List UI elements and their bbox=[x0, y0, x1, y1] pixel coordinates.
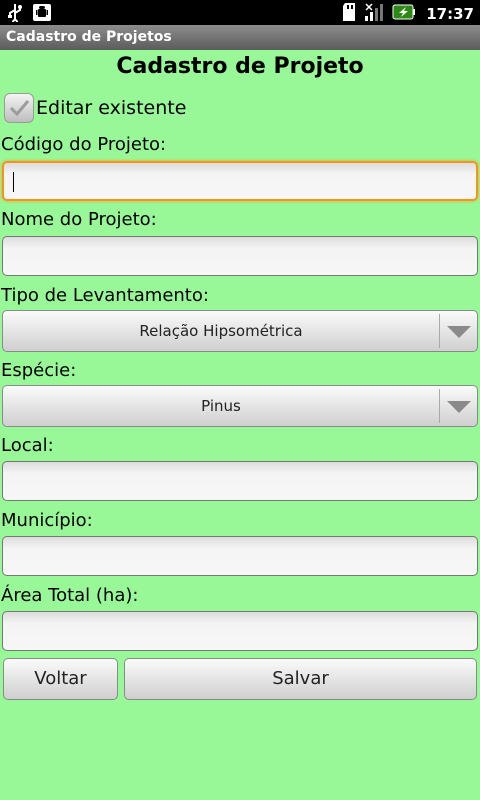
battery-charging-icon bbox=[392, 3, 416, 25]
edit-existing-row[interactable]: Editar existente bbox=[4, 91, 186, 125]
app-title-bar: Cadastro de Projetos bbox=[0, 25, 480, 50]
especie-label: Espécie: bbox=[1, 360, 77, 381]
dropdown-arrow-icon bbox=[447, 326, 471, 338]
app-title: Cadastro de Projetos bbox=[6, 29, 172, 45]
spinner-divider bbox=[439, 389, 440, 423]
spinner-divider bbox=[439, 314, 440, 348]
check-icon bbox=[9, 100, 30, 117]
page-title: Cadastro de Projeto bbox=[116, 54, 364, 79]
signal-icon bbox=[364, 2, 386, 26]
back-button[interactable]: Voltar bbox=[3, 658, 118, 700]
nome-input[interactable] bbox=[2, 236, 478, 276]
status-bar: 17:37 bbox=[0, 0, 480, 25]
codigo-input[interactable] bbox=[2, 161, 478, 201]
municipio-label: Município: bbox=[1, 510, 93, 531]
edit-existing-label: Editar existente bbox=[36, 97, 187, 119]
area-label: Área Total (ha): bbox=[1, 585, 139, 606]
edit-existing-checkbox[interactable] bbox=[4, 93, 34, 123]
especie-selected: Pinus bbox=[201, 397, 241, 415]
android-debug-icon bbox=[32, 3, 52, 26]
area-input[interactable] bbox=[2, 611, 478, 651]
dropdown-arrow-icon bbox=[447, 401, 471, 413]
local-input[interactable] bbox=[2, 461, 478, 501]
nome-label: Nome do Projeto: bbox=[1, 209, 157, 230]
tipo-selected: Relação Hipsométrica bbox=[139, 322, 303, 340]
system-icons: 17:37 bbox=[342, 2, 474, 26]
especie-spinner[interactable]: Pinus bbox=[2, 385, 478, 427]
municipio-input[interactable] bbox=[2, 536, 478, 576]
tipo-spinner[interactable]: Relação Hipsométrica bbox=[2, 310, 478, 352]
tipo-label: Tipo de Levantamento: bbox=[1, 285, 209, 306]
usb-icon bbox=[6, 3, 24, 26]
notification-icons bbox=[6, 3, 52, 26]
save-button[interactable]: Salvar bbox=[124, 658, 477, 700]
local-label: Local: bbox=[1, 435, 54, 456]
sd-card-icon bbox=[342, 2, 358, 26]
text-cursor bbox=[13, 172, 14, 192]
codigo-label: Código do Projeto: bbox=[1, 134, 167, 155]
clock: 17:37 bbox=[426, 5, 474, 23]
